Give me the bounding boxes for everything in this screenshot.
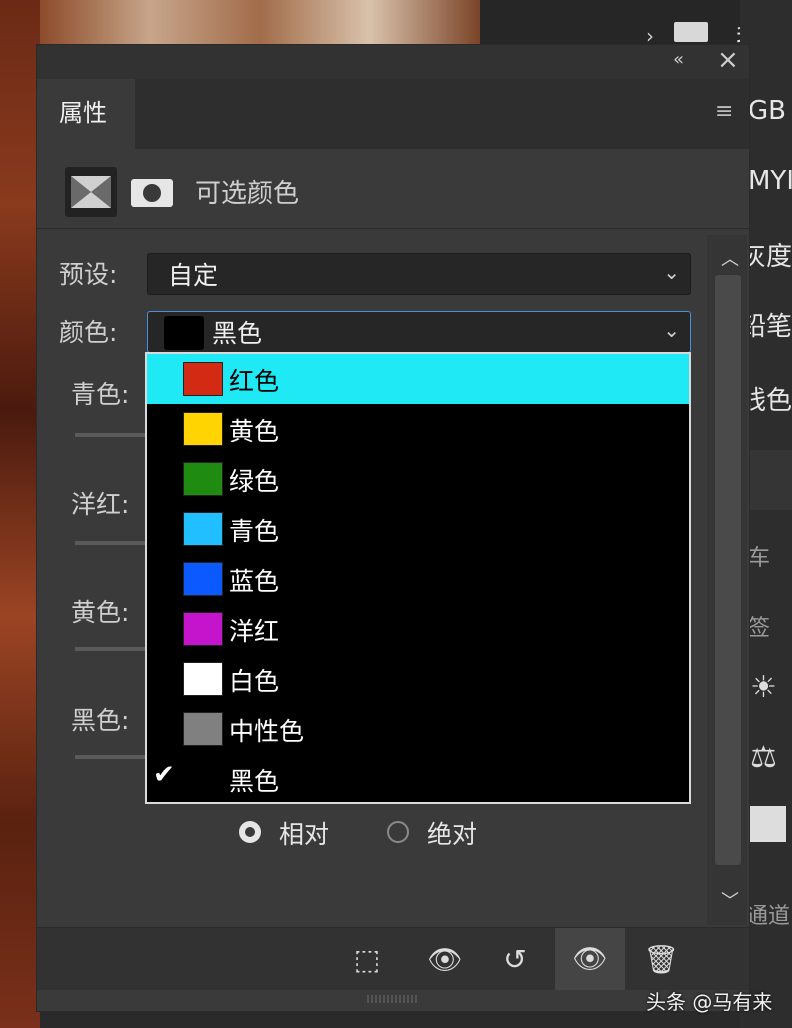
- preset-select[interactable]: 自定 ⌄: [147, 253, 691, 295]
- invert-icon[interactable]: [750, 806, 786, 842]
- preset-label: 预设:: [59, 260, 118, 289]
- yellow-slider[interactable]: [75, 647, 155, 651]
- scrollbar-thumb[interactable]: [715, 275, 741, 865]
- dropdown-option[interactable]: 中性色: [147, 704, 689, 754]
- background-image-top: [40, 0, 480, 44]
- dropdown-option[interactable]: 红色: [147, 354, 689, 404]
- dropdown-option[interactable]: 白色: [147, 654, 689, 704]
- cyan-slider[interactable]: [75, 433, 155, 437]
- dropdown-option[interactable]: ✔ 黑色: [147, 754, 689, 804]
- bottom-toolbar: ⬚ 👁 ↺ 👁 🗑: [37, 927, 749, 990]
- dropdown-option[interactable]: 黄色: [147, 404, 689, 454]
- dropdown-option-label: 洋红: [229, 617, 280, 646]
- scroll-up-icon[interactable]: ︿: [721, 245, 739, 271]
- dropdown-option-label: 红色: [229, 367, 280, 396]
- colors-value: 黑色: [212, 319, 263, 348]
- color-swatch: [183, 662, 223, 696]
- dropdown-option-label: 中性色: [229, 717, 305, 746]
- dropdown-option[interactable]: 青色: [147, 504, 689, 554]
- color-swatch: [183, 512, 223, 546]
- color-swatch: [183, 462, 223, 496]
- dropdown-option-label: 绿色: [229, 467, 280, 496]
- divider: [37, 228, 749, 229]
- black-slider[interactable]: [75, 755, 155, 759]
- yellow-slider-label: 黄色:: [71, 598, 130, 627]
- close-icon[interactable]: ×: [717, 45, 739, 75]
- dropdown-option[interactable]: 绿色: [147, 454, 689, 504]
- checkmark-icon: ✔: [153, 760, 175, 790]
- colors-select[interactable]: 黑色 ⌄: [147, 311, 691, 353]
- color-swatch: [183, 612, 223, 646]
- right-panel-item[interactable]: 通道: [746, 898, 790, 930]
- tab-label: 属性: [59, 99, 107, 127]
- scroll-down-icon[interactable]: ﹀: [721, 887, 739, 913]
- right-panel-item[interactable]: 车: [748, 540, 770, 572]
- magenta-slider[interactable]: [75, 541, 155, 545]
- brightness-icon[interactable]: ☀: [750, 670, 777, 705]
- panel-menu-icon[interactable]: ≡: [715, 99, 733, 124]
- chevron-down-icon: ⌄: [663, 260, 680, 284]
- dropdown-option-label: 黑色: [229, 767, 280, 796]
- absolute-label: 绝对: [427, 820, 478, 849]
- relative-radio[interactable]: [239, 821, 261, 843]
- dropdown-option[interactable]: 蓝色: [147, 554, 689, 604]
- balance-icon[interactable]: ⚖: [750, 740, 777, 775]
- dropdown-option-label: 青色: [229, 517, 280, 546]
- right-panel-item[interactable]: 签: [748, 610, 770, 642]
- toggle-visibility-icon[interactable]: 👁: [555, 928, 625, 990]
- dropdown-option-label: 蓝色: [229, 567, 280, 596]
- relative-label: 相对: [279, 820, 330, 849]
- layer-mask-icon[interactable]: [131, 179, 173, 207]
- collapse-icon[interactable]: «: [673, 49, 684, 70]
- panel-title-bar[interactable]: « ×: [37, 45, 749, 79]
- preset-value: 自定: [168, 261, 219, 290]
- absolute-radio[interactable]: [387, 821, 409, 843]
- adjustment-title: 可选颜色: [195, 179, 300, 209]
- panel-tab-strip: 属性 ≡: [37, 79, 749, 149]
- colors-dropdown-list: 红色黄色绿色青色蓝色洋红白色中性色 ✔ 黑色: [145, 352, 691, 804]
- colors-label: 颜色:: [59, 318, 118, 347]
- color-swatch: [183, 562, 223, 596]
- folder-icon: [674, 22, 708, 42]
- color-swatch: [164, 316, 204, 350]
- dropdown-option-label: 白色: [229, 667, 280, 696]
- view-previous-state-icon[interactable]: 👁: [425, 940, 465, 980]
- magenta-slider-label: 洋红:: [71, 490, 130, 519]
- resize-grip[interactable]: [367, 995, 417, 1003]
- selective-color-icon[interactable]: [65, 167, 117, 217]
- right-panel-item[interactable]: MYI: [748, 166, 792, 196]
- color-swatch: [183, 712, 223, 746]
- dropdown-option-label: 黄色: [229, 417, 280, 446]
- color-swatch: [183, 412, 223, 446]
- dropdown-option[interactable]: 洋红: [147, 604, 689, 654]
- right-panel-item[interactable]: GB: [748, 96, 786, 126]
- cyan-slider-label: 青色:: [71, 380, 130, 409]
- chevron-down-icon: ⌄: [663, 318, 680, 342]
- reset-icon[interactable]: ↺: [495, 940, 535, 980]
- background-image-left: [0, 0, 40, 1028]
- delete-icon[interactable]: 🗑: [641, 940, 681, 980]
- clip-to-layer-icon[interactable]: ⬚: [347, 940, 387, 980]
- watermark-text: 头条 @马有来: [646, 990, 773, 1014]
- black-slider-label: 黑色:: [71, 706, 130, 735]
- tab-properties[interactable]: 属性: [37, 79, 135, 149]
- color-swatch: [183, 362, 223, 396]
